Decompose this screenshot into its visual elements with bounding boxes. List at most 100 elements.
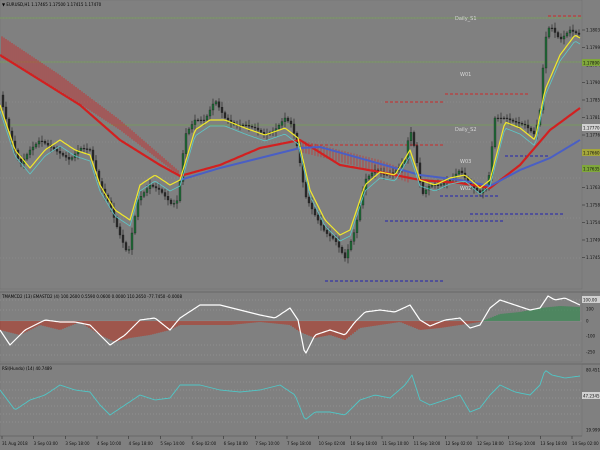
candle-body [319,219,323,226]
time-tick-label: 12 Sep 18:00 [477,441,504,446]
time-tick-label: 3 Sep 03:00 [34,441,59,446]
time-tick-label: 4 Sep 18:00 [129,441,154,446]
candle-body [349,241,353,250]
price-highlight-label: 1.17635 [583,167,600,172]
candle-body [553,27,557,33]
price-tick-label: 1.17450 [586,255,600,260]
candle-body [184,133,188,154]
candle-body [157,187,161,190]
price-tick-label: 1.18035 [586,28,600,33]
candle-body [148,184,152,189]
candle-body [214,101,218,105]
candle-body [424,189,428,194]
candle-body [196,119,200,121]
candle-body [151,184,155,187]
candle-body [568,29,572,34]
time-tick-label: 7 Sep 10:00 [255,441,280,446]
candle-body [526,124,530,129]
oscillator-title: TMAMCD2 (13) EMASTD2 (4) 100.2600 0.5590… [1,294,182,299]
candle-body [514,121,518,123]
candle-body [460,170,464,174]
candle-body [577,32,581,35]
candle-body [88,149,92,151]
candle-body [436,184,440,186]
candle-body [70,157,74,160]
candle-body [61,153,65,156]
price-highlight-label: 1.17890 [583,61,600,66]
candle-body [439,184,443,186]
time-tick-label: 13 Sep 18:00 [540,441,567,446]
candle-body [253,126,257,129]
candle-body [82,148,86,150]
rsi-current-label: 47.2345 [583,394,600,399]
candle-body [307,196,311,204]
price-tick-label: 1.17810 [586,115,600,120]
candle-body [85,148,89,150]
candle-body [142,192,146,197]
candle-body [313,208,317,216]
candle-body [502,117,506,119]
candle-body [343,252,347,259]
candle-body [334,238,338,242]
candle-body [340,247,344,253]
candle-body [310,202,314,210]
candle-body [1,94,5,108]
candle-body [571,29,575,32]
candle-body [328,233,332,237]
candle-body [325,230,329,234]
candle-body [493,117,497,147]
candle-body [211,103,215,111]
level-annotation: W01 [460,72,471,78]
price-tick-label: 1.17765 [586,133,600,138]
candle-body [505,117,509,119]
candle-body [259,129,263,133]
level-annotation: W02 [460,186,471,192]
candle-body [223,112,227,119]
time-tick-label: 11 Sep 18:00 [414,441,441,446]
chart-window[interactable]: Daily_S1 W01 Daily_S2 W03 W02 ▼ EURUSD,H1 1.… [0,0,600,450]
candle-body [139,196,143,201]
price-highlight-label: 1.17770 [583,126,600,131]
candle-body [40,140,44,142]
rsi-tick-label: 19.9999 [586,428,600,433]
candle-body [202,119,206,121]
candle-body [166,196,170,201]
candle-body [52,147,56,150]
candle-body [565,32,569,37]
candle-body [346,249,350,259]
candle-body [415,145,419,164]
candle-body [55,149,59,152]
time-tick-label: 6 Sep 02:00 [192,441,217,446]
candle-body [370,172,374,177]
candle-body [193,119,197,125]
time-tick-label: 4 Sep 10:00 [97,441,122,446]
candle-body [304,181,308,198]
candle-body [163,192,167,197]
osc-current-label: 100.00 [583,298,597,303]
candle-body [205,115,209,121]
candle-body [508,118,512,121]
candle-body [172,203,176,205]
chart-canvas[interactable]: Daily_S1 W01 Daily_S2 W03 W02 ▼ EURUSD,H1 1.… [0,0,600,450]
osc-tick-label: 100 [586,307,594,312]
candle-body [277,125,281,129]
candle-body [511,119,515,122]
candle-body [64,155,68,158]
candle-body [190,124,194,130]
candle-body [118,226,122,236]
candle-body [37,140,41,145]
time-tick-label: 13 Sep 10:00 [509,441,536,446]
candle-body [406,140,410,161]
candle-body [160,189,164,193]
candle-body [355,219,359,233]
candle-body [562,35,566,40]
candle-body [127,249,131,251]
candle-body [547,27,551,38]
price-tick-label: 1.17585 [586,203,600,208]
price-tick-label: 1.17630 [586,185,600,190]
price-tick-label: 1.17900 [586,80,600,85]
candle-body [67,157,71,160]
candle-body [292,123,296,134]
time-tick-label: 6 Sep 18:00 [224,441,249,446]
candle-body [145,188,149,193]
